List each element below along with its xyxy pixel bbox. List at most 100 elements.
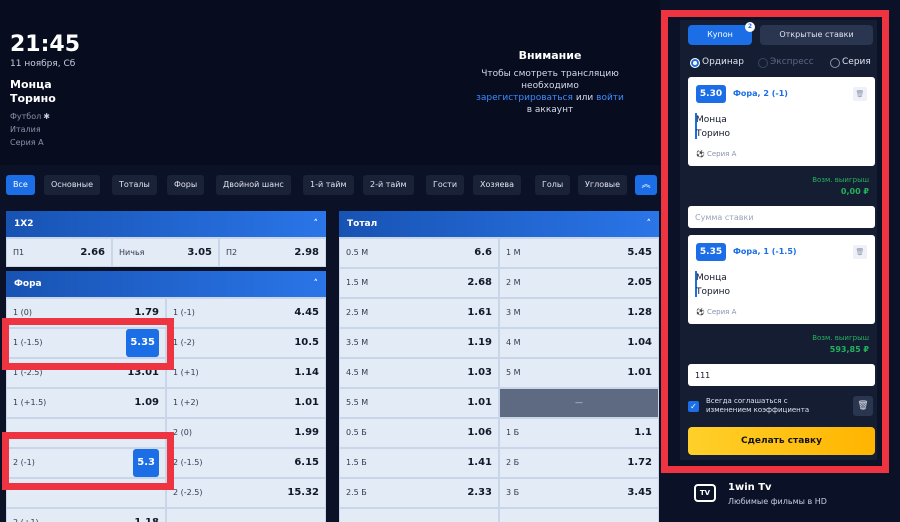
odd-value: 4.45 xyxy=(294,307,319,318)
odd-label: 0.5 М xyxy=(346,248,369,257)
odd-cell[interactable]: 1 (-1) 4.45 xyxy=(167,299,325,327)
odd-cell[interactable]: 2 Б 1.72 xyxy=(500,449,658,477)
filter-double-chance[interactable]: Двойной шанс xyxy=(216,175,291,195)
odd-cell[interactable]: 1 (+1) 1.14 xyxy=(167,359,325,387)
odd-label: 2 (-1) xyxy=(13,458,35,467)
odd-cell[interactable]: 1 (-2) 10.5 xyxy=(167,329,325,357)
odd-value: 1.61 xyxy=(467,307,492,318)
place-bet-button[interactable]: Сделать ставку xyxy=(688,427,875,455)
filter-away[interactable]: Гости xyxy=(426,175,465,195)
odd-cell[interactable]: 1 Б 1.1 xyxy=(500,419,658,447)
stream-notice: Внимание Чтобы смотреть трансляцию необх… xyxy=(450,50,650,116)
odd-cell[interactable]: 0.5 М 6.6 xyxy=(340,239,498,267)
market-total-title: Тотал xyxy=(347,219,378,229)
odd-cell[interactable] xyxy=(7,419,165,447)
odd-label: 1 (-2) xyxy=(173,338,195,347)
stake-input[interactable] xyxy=(688,206,875,228)
filter-totals[interactable]: Тоталы xyxy=(112,175,157,195)
league-label: Серия А xyxy=(10,138,44,147)
trash-icon[interactable]: 🗑 xyxy=(853,245,867,259)
coupon-count-badge: 2 xyxy=(745,22,755,32)
filter-first-half[interactable]: 1-й тайм xyxy=(303,175,354,195)
filter-goals[interactable]: Голы xyxy=(535,175,571,195)
chevron-up-icon[interactable]: ˄ xyxy=(314,211,319,237)
chevrons-up-icon[interactable]: ︽ xyxy=(635,175,657,195)
market-total-header[interactable]: Тотал ˄ xyxy=(339,211,659,237)
tab-coupon[interactable]: Купон xyxy=(688,25,752,45)
odd-cell[interactable] xyxy=(340,509,498,522)
odd-cell[interactable] xyxy=(7,479,165,507)
radio-single[interactable]: Ординар xyxy=(690,57,744,68)
odd-label: 1.5 М xyxy=(346,278,369,287)
odd-cell[interactable]: 3 Б 3.45 xyxy=(500,479,658,507)
checkbox-agree[interactable]: ✓ xyxy=(688,401,699,412)
bet-odd: 5.35 xyxy=(696,243,726,261)
register-link[interactable]: зарегистрироваться xyxy=(476,93,573,103)
radio-express[interactable]: Экспресс xyxy=(758,57,814,68)
odd-cell[interactable]: 5 М 1.01 xyxy=(500,359,658,387)
odd-cell-draw[interactable]: Ничья 3.05 xyxy=(113,239,218,266)
tab-open-bets[interactable]: Открытые ставки xyxy=(760,25,873,45)
odd-value: 1.06 xyxy=(467,427,492,438)
odd-cell[interactable]: 2 (-2.5) 15.32 xyxy=(167,479,325,507)
odd-value: 13.01 xyxy=(127,367,159,378)
filter-home[interactable]: Хозяева xyxy=(473,175,521,195)
odd-value: 5.45 xyxy=(627,247,652,258)
odd-value: 6.15 xyxy=(294,457,319,468)
odd-cell[interactable]: 2.5 Б 2.33 xyxy=(340,479,498,507)
trash-icon[interactable]: 🗑 xyxy=(853,396,873,416)
odd-value: 3.05 xyxy=(187,247,212,258)
filter-second-half[interactable]: 2-й тайм xyxy=(363,175,414,195)
odd-cell[interactable]: 2 (-1.5) 6.15 xyxy=(167,449,325,477)
filter-corners[interactable]: Угловые xyxy=(578,175,628,195)
trash-icon[interactable]: 🗑 xyxy=(853,87,867,101)
filter-handicaps[interactable]: Форы xyxy=(167,175,205,195)
odd-cell[interactable]: 1 (0) 1.79 xyxy=(7,299,165,327)
bet-team2: Торино xyxy=(696,287,730,297)
odd-label: 3.5 М xyxy=(346,338,369,347)
odd-cell[interactable]: — xyxy=(500,389,658,417)
odd-cell[interactable]: 1 (-2.5) 13.01 xyxy=(7,359,165,387)
team-away: Торино xyxy=(10,92,56,105)
odd-cell[interactable]: 1 М 5.45 xyxy=(500,239,658,267)
odd-value: 1.72 xyxy=(627,457,652,468)
radio-series[interactable]: Серия xyxy=(830,57,871,68)
filter-all[interactable]: Все xyxy=(6,175,35,195)
odd-cell-p1[interactable]: П1 2.66 xyxy=(7,239,111,266)
odd-value: 1.14 xyxy=(294,367,319,378)
odd-value: 6.6 xyxy=(474,247,492,258)
filter-main[interactable]: Основные xyxy=(44,175,101,195)
odd-cell[interactable]: 1.5 Б 1.41 xyxy=(340,449,498,477)
coupon-panel: Купон 2 Открытые ставки Ординар Экспресс… xyxy=(680,20,877,460)
gear-icon[interactable]: ✱ xyxy=(43,112,50,121)
tv-icon: TV xyxy=(694,484,716,502)
odd-cell[interactable]: 2.5 М 1.61 xyxy=(340,299,498,327)
odd-cell[interactable] xyxy=(167,509,325,522)
odd-cell[interactable]: 2 (+1) 1.18 xyxy=(7,509,165,522)
odd-cell[interactable]: 2 (-1) 5.3 xyxy=(7,449,165,477)
odd-label: 2 (0) xyxy=(173,428,192,437)
login-link[interactable]: войти xyxy=(596,93,624,103)
odd-cell[interactable]: 3 М 1.28 xyxy=(500,299,658,327)
odd-value: 1.41 xyxy=(467,457,492,468)
chevron-up-icon[interactable]: ˄ xyxy=(647,211,652,237)
odd-cell[interactable]: 1.5 М 2.68 xyxy=(340,269,498,297)
odd-cell[interactable]: 2 (0) 1.99 xyxy=(167,419,325,447)
market-handicap-header[interactable]: Фора ˄ xyxy=(6,271,326,297)
odd-cell[interactable]: 5.5 М 1.01 xyxy=(340,389,498,417)
odd-cell[interactable]: 0.5 Б 1.06 xyxy=(340,419,498,447)
odd-cell[interactable]: 1 (-1.5) 5.35 xyxy=(7,329,165,357)
market-handicap: Фора ˄ 1 (0) 1.79 1 (-1.5) 5.35 1 (-2.5) 13.01… xyxy=(6,271,326,522)
odd-cell[interactable]: 1 (+2) 1.01 xyxy=(167,389,325,417)
stake-input[interactable] xyxy=(688,364,875,386)
market-1x2-header[interactable]: 1X2 ˄ xyxy=(6,211,326,237)
odd-cell[interactable]: 1 (+1.5) 1.09 xyxy=(7,389,165,417)
potential-win-label: Возм. выигрыш xyxy=(812,334,869,342)
odd-cell[interactable] xyxy=(500,509,658,522)
odd-cell[interactable]: 2 М 2.05 xyxy=(500,269,658,297)
odd-cell[interactable]: 4.5 М 1.03 xyxy=(340,359,498,387)
chevron-up-icon[interactable]: ˄ xyxy=(314,271,319,297)
odd-cell[interactable]: 4 М 1.04 xyxy=(500,329,658,357)
odd-cell[interactable]: 3.5 М 1.19 xyxy=(340,329,498,357)
odd-cell-p2[interactable]: П2 2.98 xyxy=(220,239,325,266)
